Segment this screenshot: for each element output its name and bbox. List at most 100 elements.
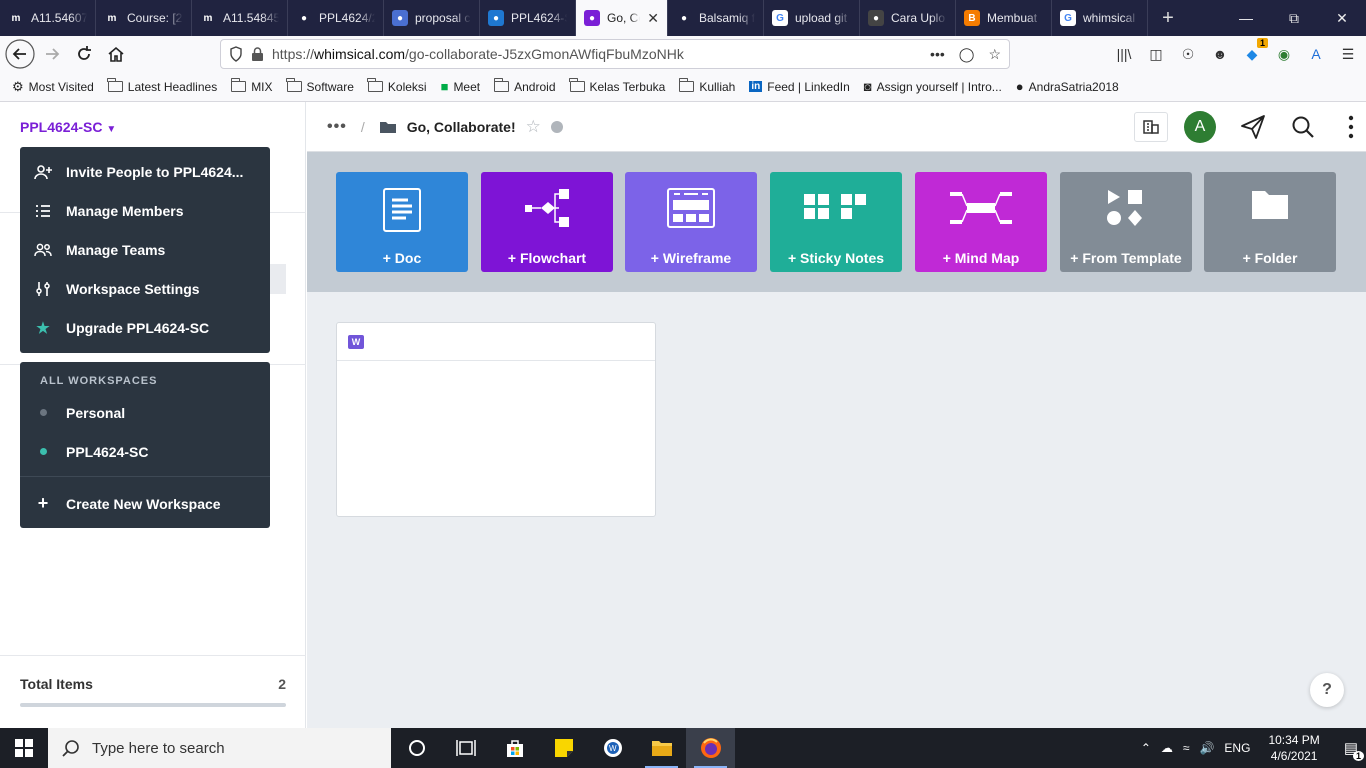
globe-icon[interactable]: ◉ — [1274, 46, 1294, 63]
file-card[interactable]: W — [336, 322, 656, 517]
forward-button[interactable] — [36, 38, 68, 70]
tab-label: Cara Uplo — [891, 11, 946, 25]
restore-icon[interactable]: ⧉ — [1270, 0, 1318, 36]
browser-tab[interactable]: ● Go, Co ✕ — [576, 0, 668, 36]
search-button[interactable] — [1286, 110, 1320, 144]
store-app[interactable] — [490, 728, 539, 768]
workspace-item-personal[interactable]: Personal — [20, 393, 270, 432]
clock[interactable]: 10:34 PM 4/6/2021 — [1268, 732, 1319, 764]
page-actions-icon[interactable]: ••• — [930, 46, 945, 63]
notification-icon[interactable]: ▤ 1 — [1344, 739, 1364, 761]
workspace-switcher[interactable]: PPL4624-SC ▼ — [20, 119, 116, 135]
menu-divider — [20, 476, 270, 477]
mindmap-icon — [950, 192, 1012, 224]
list-icon — [20, 204, 66, 218]
total-items-label: Total Items — [20, 676, 93, 692]
bookmark-item[interactable]: Koleksi — [367, 78, 427, 94]
menu-workspace-settings[interactable]: Workspace Settings — [20, 269, 270, 308]
bookmark-item[interactable]: MIX — [230, 78, 273, 94]
menu-icon[interactable]: ☰ — [1338, 46, 1358, 63]
menu-upgrade[interactable]: ★ Upgrade PPL4624-SC — [20, 308, 270, 347]
extension-icon[interactable]: ◆ 1 — [1242, 37, 1268, 63]
bookmark-item[interactable]: ■ Meet — [441, 79, 481, 94]
browser-tab[interactable]: ● Balsamiq f — [668, 0, 764, 36]
url-domain: whimsical.com — [314, 46, 406, 62]
home-button[interactable] — [100, 38, 132, 70]
browser-tab[interactable]: m Course: [2 — [96, 0, 192, 36]
bookmark-item[interactable]: Software — [286, 78, 354, 94]
bookmark-item[interactable]: Kulliah — [678, 78, 736, 94]
pocket-icon[interactable]: ◯ — [959, 46, 975, 63]
file-explorer-app[interactable] — [637, 728, 686, 768]
more-icon[interactable]: ••• — [327, 118, 347, 136]
account-icon[interactable]: ☻ — [1210, 46, 1230, 62]
taskbar-search[interactable]: Type here to search — [48, 728, 391, 768]
menu-manage-teams[interactable]: Manage Teams — [20, 230, 270, 269]
send-button[interactable] — [1236, 110, 1270, 144]
browser-tab[interactable]: Gupload git — [764, 0, 860, 36]
browser-tab[interactable]: ● PPL4624-S — [480, 0, 576, 36]
more-options-button[interactable] — [1336, 110, 1366, 144]
onedrive-icon[interactable]: ☁ — [1161, 741, 1173, 755]
menu-invite-people[interactable]: Invite People to PPL4624... — [20, 152, 270, 191]
avatar[interactable]: A — [1184, 111, 1216, 143]
browser-tab[interactable]: ● PPL4624/2 — [288, 0, 384, 36]
tab-label: Membuat — [987, 11, 1038, 25]
close-tab-icon[interactable]: ✕ — [647, 10, 659, 27]
volume-icon[interactable]: 🔊 — [1199, 741, 1214, 755]
back-button[interactable] — [4, 38, 36, 70]
sidebar-icon[interactable]: ◫ — [1146, 46, 1166, 63]
bookmark-item[interactable]: Android — [493, 78, 556, 94]
chevron-up-icon[interactable]: ⌃ — [1141, 741, 1151, 755]
firefox-app[interactable] — [686, 728, 735, 768]
new-from-template-card[interactable]: + From Template — [1060, 172, 1192, 272]
bookmark-label: Kulliah — [699, 79, 736, 94]
share-workspace-button[interactable] — [1134, 112, 1168, 142]
sticky-notes-app[interactable] — [539, 728, 588, 768]
new-flowchart-card[interactable]: + Flowchart — [481, 172, 613, 272]
bookmark-item[interactable]: Latest Headlines — [107, 78, 217, 94]
workspace-item-ppl4624[interactable]: PPL4624-SC — [20, 432, 270, 471]
bookmark-star-icon[interactable]: ☆ — [988, 46, 1001, 63]
browser-tab[interactable]: ● proposal c — [384, 0, 480, 36]
language-indicator[interactable]: ENG — [1224, 741, 1250, 755]
bookmark-item[interactable]: ◙ Assign yourself | Intro... — [864, 79, 1002, 94]
new-sticky-notes-card[interactable]: + Sticky Notes — [770, 172, 902, 272]
create-workspace-button[interactable]: + Create New Workspace — [20, 484, 270, 523]
browser-tab[interactable]: Gwhimsical — [1052, 0, 1148, 36]
new-folder-card[interactable]: + Folder — [1204, 172, 1336, 272]
bookmark-item[interactable]: in Feed | LinkedIn — [749, 80, 850, 94]
wifi-icon[interactable]: ≈ — [1183, 741, 1190, 755]
page-title[interactable]: Go, Collaborate! — [407, 119, 516, 135]
address-bar[interactable]: https://whimsical.com/go-collaborate-J5z… — [220, 39, 1010, 69]
browser-tab[interactable]: m A11.54607 — [0, 0, 96, 36]
whimsical-icon: ● — [584, 10, 600, 26]
bookmark-item[interactable]: ● AndraSatria2018 — [1016, 79, 1119, 94]
new-doc-card[interactable]: + Doc — [336, 172, 468, 272]
library-icon[interactable]: |||\ — [1114, 46, 1134, 62]
bookmark-item[interactable]: ⚙ Most Visited — [12, 79, 94, 95]
total-items-count: 2 — [278, 676, 286, 692]
close-window-icon[interactable]: ✕ — [1318, 0, 1366, 36]
cortana-button[interactable] — [392, 728, 441, 768]
browser-tab[interactable]: m A11.54845 — [192, 0, 288, 36]
workspace-label: PPL4624-SC — [66, 443, 149, 460]
menu-manage-members[interactable]: Manage Members — [20, 191, 270, 230]
word-app[interactable]: W — [588, 728, 637, 768]
sync-icon[interactable]: ☉ — [1178, 46, 1198, 63]
bookmark-item[interactable]: Kelas Terbuka — [569, 78, 665, 94]
task-view-button[interactable] — [441, 728, 490, 768]
start-button[interactable] — [0, 728, 48, 768]
main-content: + Doc + Flowchart + Wireframe + Sticky N… — [307, 152, 1366, 728]
browser-tab[interactable]: B Membuat — [956, 0, 1052, 36]
help-button[interactable]: ? — [1310, 673, 1344, 707]
browser-tab[interactable]: ● Cara Uplo — [860, 0, 956, 36]
minimize-icon[interactable]: — — [1222, 0, 1270, 36]
new-tab-button[interactable]: + — [1148, 0, 1188, 36]
new-mind-map-card[interactable]: + Mind Map — [915, 172, 1047, 272]
translate-icon[interactable]: A — [1306, 46, 1326, 62]
favorite-star-icon[interactable]: ☆ — [526, 117, 541, 137]
people-icon — [20, 243, 66, 257]
new-wireframe-card[interactable]: + Wireframe — [625, 172, 757, 272]
reload-button[interactable] — [68, 38, 100, 70]
